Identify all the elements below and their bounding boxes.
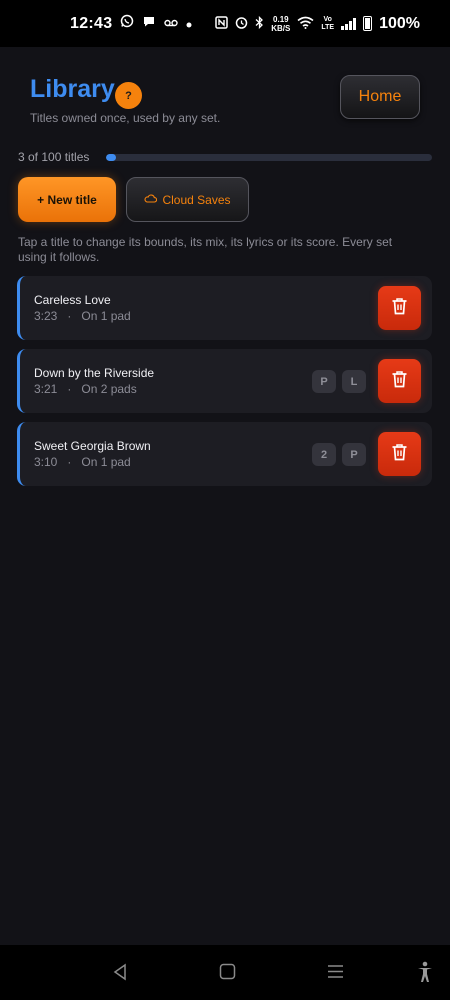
title-tags: 2P [312, 443, 366, 466]
title-name: Sweet Georgia Brown [34, 439, 151, 453]
volte-bottom: LTE [321, 23, 335, 31]
meta-separator: · [57, 382, 82, 396]
notification-dot-icon [186, 15, 192, 33]
volte-indicator: Vo LTE [321, 16, 334, 32]
meta-separator: · [57, 309, 82, 323]
title-duration: 3:21 [34, 382, 58, 396]
wifi-icon [297, 16, 314, 32]
title-pad-count: On 1 pad [81, 309, 131, 323]
trash-icon [391, 297, 408, 320]
title-tag-badge: P [342, 443, 366, 466]
network-speed-unit: KB/S [271, 23, 291, 33]
battery-percent: 100% [379, 14, 420, 32]
status-bar: 12:43 0.19 KB/S Vo LTE 100% [0, 0, 450, 47]
title-tag-badge: 2 [312, 443, 336, 466]
title-duration: 3:10 [34, 455, 58, 469]
page-title: Library [30, 75, 115, 103]
title-pad-count: On 2 pads [81, 382, 137, 396]
title-duration: 3:23 [34, 309, 58, 323]
bluetooth-icon [255, 15, 264, 32]
title-quota-progress [106, 154, 432, 161]
title-tag-badge: L [342, 370, 366, 393]
cloud-icon [144, 193, 158, 206]
new-title-button[interactable]: + New title [18, 177, 116, 222]
delete-title-button[interactable] [378, 286, 421, 330]
help-button[interactable]: ? [115, 82, 142, 109]
back-triangle-icon[interactable] [112, 963, 128, 986]
title-row[interactable]: Careless Love 3:23 · On 1 pad [17, 276, 432, 340]
title-row[interactable]: Down by the Riverside 3:21 · On 2 pads P L [17, 349, 432, 413]
voicemail-icon [164, 15, 179, 33]
recents-menu-icon[interactable] [327, 963, 344, 985]
title-meta: 3:10 · On 1 pad [34, 455, 131, 469]
cloud-saves-label: Cloud Saves [162, 192, 231, 207]
title-name: Down by the Riverside [34, 366, 155, 380]
status-time: 12:43 [70, 14, 113, 32]
trash-icon [391, 370, 408, 393]
network-speed: 0.19 KB/S [271, 15, 290, 33]
home-square-icon[interactable] [219, 963, 236, 985]
title-meta: 3:21 · On 2 pads [34, 382, 137, 396]
chat-bubble-icon [142, 14, 156, 33]
cloud-saves-button[interactable]: Cloud Saves [126, 177, 249, 222]
title-list: Careless Love 3:23 · On 1 pad Down by the … [17, 276, 432, 495]
system-nav-bar [0, 945, 450, 1000]
nfc-icon [215, 15, 228, 32]
volte-top: Vo [323, 15, 332, 23]
title-tags: PL [312, 370, 366, 393]
signal-bars-icon [341, 17, 357, 30]
title-name: Careless Love [34, 293, 111, 307]
accessibility-icon[interactable] [417, 961, 433, 988]
battery-icon [363, 16, 373, 31]
meta-separator: · [57, 455, 82, 469]
library-hint: Tap a title to change its bounds, its mi… [18, 235, 393, 264]
title-pad-count: On 1 pad [81, 455, 131, 469]
trash-icon [391, 443, 408, 466]
delete-title-button[interactable] [378, 359, 421, 403]
home-button[interactable]: Home [340, 75, 420, 119]
page-subtitle: Titles owned once, used by any set. [30, 111, 221, 125]
title-row[interactable]: Sweet Georgia Brown 3:10 · On 1 pad 2 P [17, 422, 432, 486]
title-meta: 3:23 · On 1 pad [34, 309, 131, 323]
title-quota-progress-fill [106, 154, 116, 161]
delete-title-button[interactable] [378, 432, 421, 476]
title-tag-badge: P [312, 370, 336, 393]
alarm-icon [235, 16, 248, 32]
title-count: 3 of 100 titles [18, 150, 90, 164]
library-header: Library ? Titles owned once, used by any… [0, 47, 450, 147]
network-speed-value: 0.19 [273, 14, 289, 24]
whatsapp-icon [120, 14, 134, 33]
